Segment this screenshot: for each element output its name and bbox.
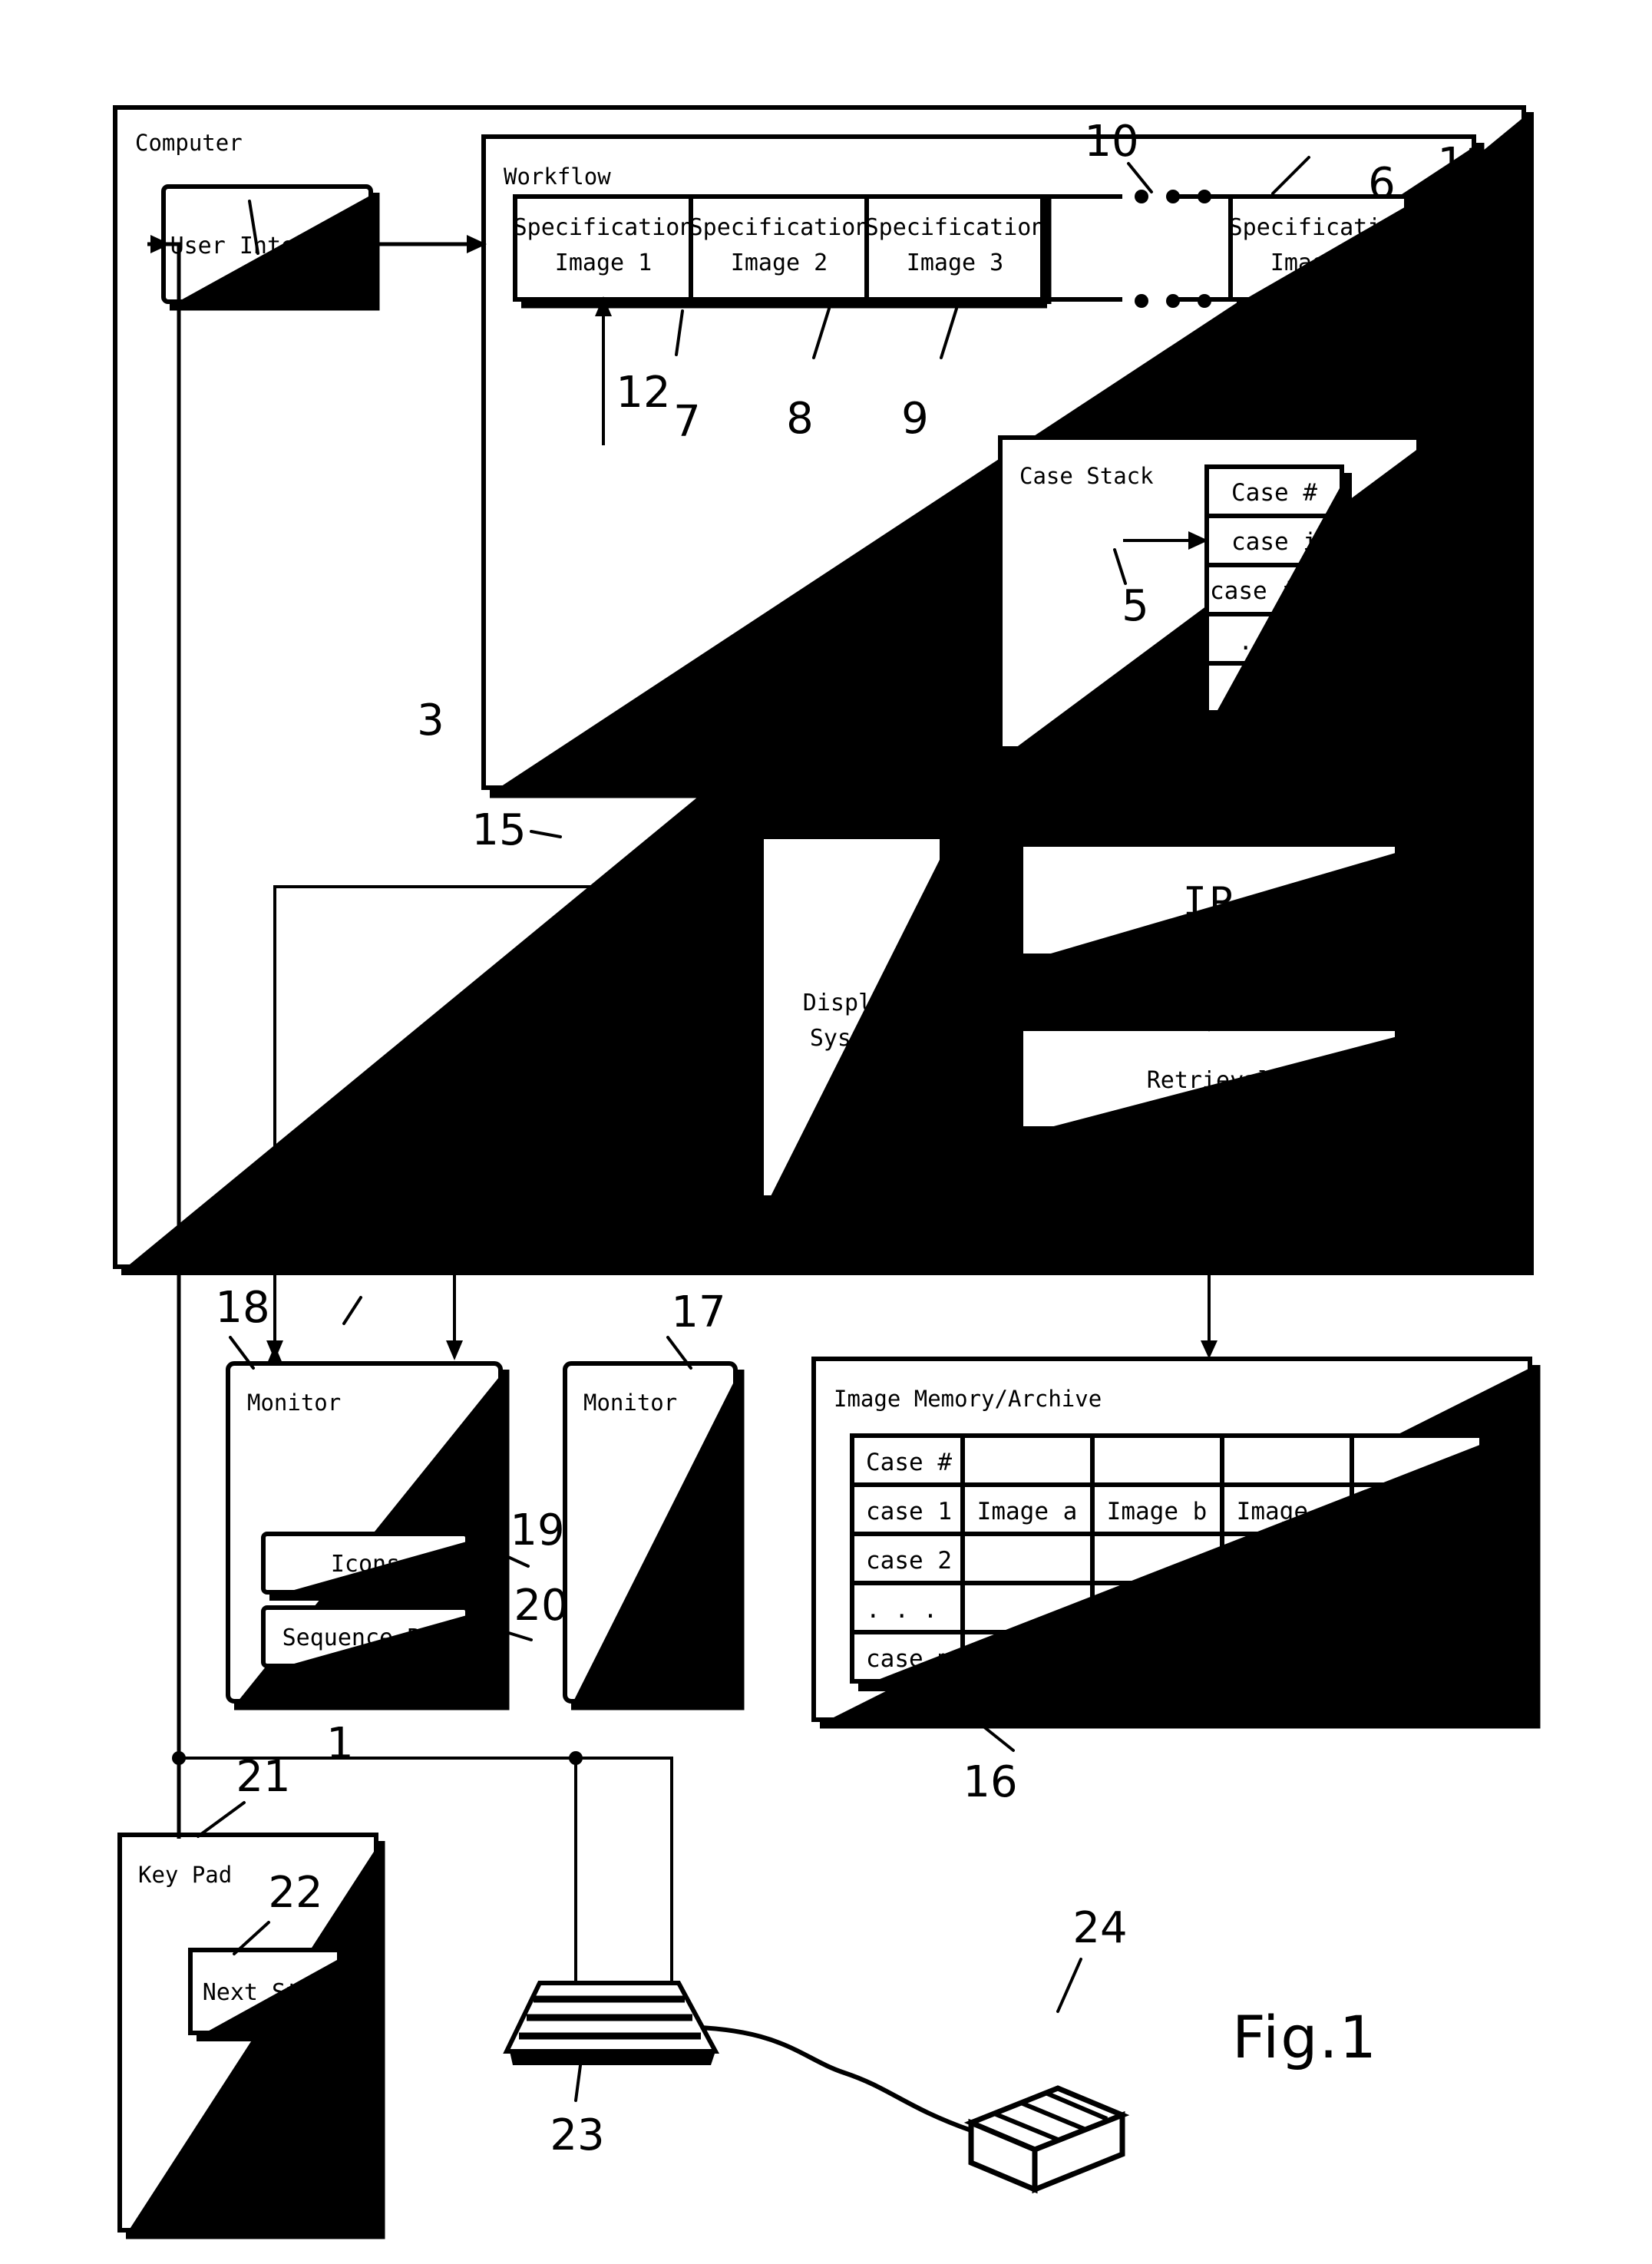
ref-23: 23: [550, 2110, 604, 2160]
key-pad-box: [117, 1833, 385, 2239]
ref-10: 10: [1084, 117, 1138, 167]
ref-16: 16: [963, 1757, 1017, 1807]
next-step-label: Next Step: [203, 1979, 328, 2006]
ref-22: 22: [268, 1868, 322, 1918]
monitor-right-label: Monitor: [583, 1390, 677, 1416]
case-stack-row-2: case i +1: [1210, 577, 1339, 605]
spec-1-line1: Specification: [514, 214, 694, 241]
ip-label: IP: [1183, 879, 1236, 925]
ref-15: 15: [471, 805, 526, 855]
display-system-label-2: System: [810, 1025, 893, 1052]
case-stack-row-4: case n: [1231, 676, 1317, 703]
ref-12: 12: [616, 368, 670, 418]
ref-9: 9: [901, 394, 929, 444]
spec-2-line1: Specification: [689, 214, 870, 241]
ref-3: 3: [417, 696, 444, 745]
workflow-title: Workflow: [504, 164, 611, 190]
ref-14: 14: [1447, 1180, 1502, 1230]
memory-r3-c0: . . .: [866, 1596, 937, 1624]
memory-r2-c0: case 2: [866, 1547, 952, 1575]
memory-r1-c2: Image b: [1107, 1498, 1208, 1525]
ref-11: 11: [1437, 139, 1492, 189]
ref-24: 24: [1072, 1903, 1127, 1953]
ref-17: 17: [671, 1287, 725, 1337]
key-pad-label: Key Pad: [138, 1862, 232, 1888]
case-stack-row-0: Case #: [1231, 479, 1317, 507]
spec-L-line2: Image L: [1270, 250, 1367, 276]
ref-18: 18: [215, 1283, 269, 1333]
ref-5: 5: [1122, 581, 1149, 631]
figure-caption: Fig.1: [1232, 2003, 1378, 2071]
sequence-bar-label: Sequence Bar: [282, 1624, 449, 1651]
keyboard-icon: [503, 1981, 720, 2065]
retrieval-label: Retrieval: [1147, 1067, 1272, 1094]
memory-r1-c4: Image d: [1366, 1498, 1467, 1525]
case-stack-row-1: case i: [1231, 528, 1317, 556]
display-system-box: [759, 835, 953, 1207]
ref-19: 19: [510, 1505, 564, 1555]
memory-r0-c0: Case #: [866, 1449, 952, 1476]
ref-7: 7: [673, 397, 701, 447]
image-memory-title: Image Memory/Archive: [834, 1386, 1102, 1412]
ref-6: 6: [1368, 159, 1396, 209]
memory-r4-c0: case m: [866, 1645, 952, 1673]
memory-r1-c3: Image c: [1237, 1498, 1337, 1525]
memory-r1-c0: case 1: [866, 1498, 952, 1525]
ref-20: 20: [514, 1581, 568, 1631]
ref-13: 13: [1447, 1005, 1502, 1055]
memory-r1-c1: Image a: [977, 1498, 1078, 1525]
ref-8: 8: [786, 394, 814, 444]
spec-L-line1: Specification: [1229, 214, 1409, 241]
ref-1: 1: [326, 1719, 354, 1769]
icons-label: Icons: [331, 1551, 400, 1578]
patent-figure-1: Computer Workflow User Interface Specifi…: [0, 0, 1652, 2264]
workflow-steps: [513, 190, 1417, 309]
ref-21: 21: [236, 1752, 290, 1802]
spec-2-line2: Image 2: [731, 250, 828, 276]
spec-3-line1: Specification: [865, 214, 1046, 241]
spec-3-line2: Image 3: [907, 250, 1003, 276]
ref-2: 2: [329, 230, 357, 279]
monitor-left-label: Monitor: [247, 1390, 341, 1416]
mouse-icon: [963, 2085, 1130, 2194]
ref-4: 4: [887, 610, 915, 660]
case-stack-row-3: . . .: [1238, 628, 1310, 656]
computer-title: Computer: [135, 130, 243, 156]
case-stack-title: Case Stack: [1019, 463, 1154, 489]
display-system-label-1: Display: [803, 990, 900, 1016]
spec-1-line2: Image 1: [555, 250, 652, 276]
